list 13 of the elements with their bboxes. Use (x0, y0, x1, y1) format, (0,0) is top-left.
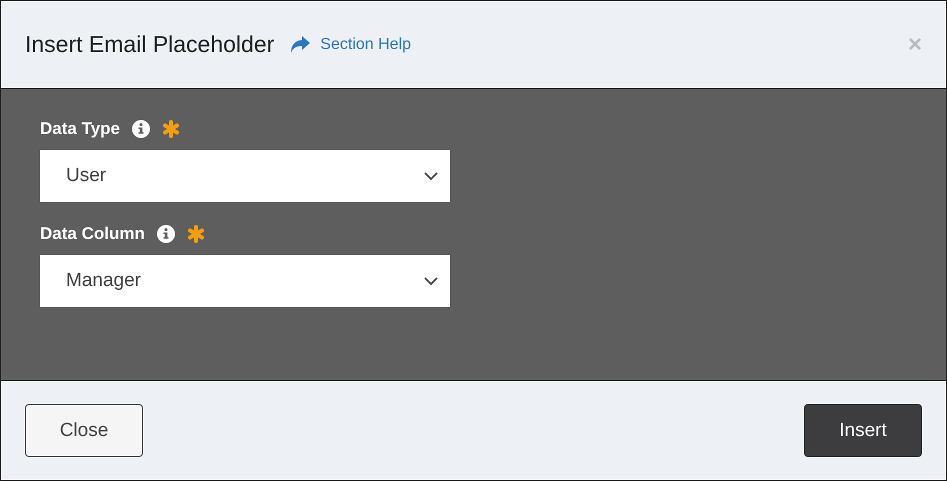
help-link[interactable]: Section Help (290, 36, 412, 54)
info-icon[interactable] (132, 120, 150, 138)
chevron-down-icon (424, 277, 438, 285)
select-field[interactable]: Manager (40, 255, 450, 307)
field-label: Data Type (40, 119, 120, 139)
select-field[interactable]: User (40, 150, 450, 202)
close-dialog-button[interactable]: Close (25, 404, 143, 457)
info-icon[interactable] (156, 225, 175, 243)
insert-button[interactable]: Insert (804, 404, 922, 457)
chevron-down-icon (424, 172, 438, 180)
share-arrow-icon (290, 36, 310, 53)
dialog-title: Insert Email Placeholder (25, 31, 274, 58)
field-label: Data Column (40, 224, 145, 244)
